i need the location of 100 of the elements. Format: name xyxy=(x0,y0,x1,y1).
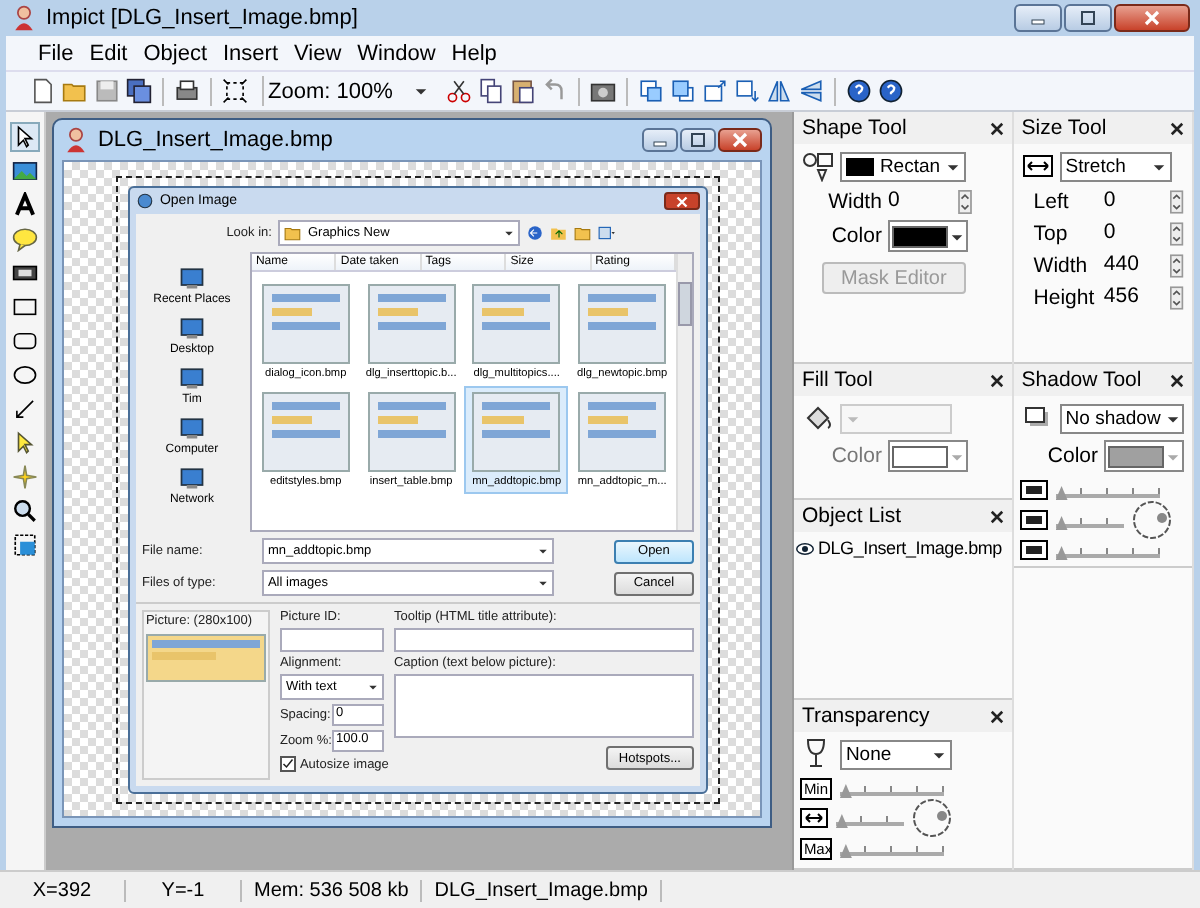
tooltip-field[interactable] xyxy=(393,628,694,652)
menu-item[interactable]: File xyxy=(30,41,82,65)
slider-thumb[interactable] xyxy=(839,784,852,798)
new-document-icon[interactable] xyxy=(30,78,56,104)
close-button[interactable] xyxy=(989,509,1004,523)
object-row[interactable]: DLG_Insert_Image.bmp xyxy=(793,538,1012,558)
slider-thumb[interactable] xyxy=(1055,546,1068,560)
maximize-button[interactable] xyxy=(1064,4,1112,32)
send-to-back-icon[interactable] xyxy=(734,78,760,104)
printer-icon[interactable] xyxy=(174,78,200,104)
fit-icon[interactable] xyxy=(222,78,248,104)
color-dropdown[interactable] xyxy=(887,220,968,252)
checkbox[interactable] xyxy=(279,756,296,772)
scrollbar[interactable] xyxy=(675,254,692,530)
size-field[interactable]: 0 xyxy=(1103,188,1157,214)
caret-icon xyxy=(503,228,514,238)
close-button[interactable] xyxy=(989,121,1004,135)
slider-track[interactable] xyxy=(1055,542,1160,558)
close-button[interactable] xyxy=(1170,121,1184,135)
folder-icon[interactable] xyxy=(62,78,88,104)
button-tool-icon[interactable] xyxy=(11,260,38,286)
slider-track[interactable] xyxy=(839,840,944,856)
flip-horizontal-icon[interactable] xyxy=(766,78,792,104)
width-field[interactable]: 0 xyxy=(887,188,944,214)
slider-track[interactable] xyxy=(1055,482,1160,498)
new-folder-icon[interactable] xyxy=(573,224,592,242)
back-icon[interactable] xyxy=(525,224,544,242)
menu-item[interactable]: Object xyxy=(135,41,215,65)
transparency-dropdown[interactable]: None xyxy=(839,739,952,769)
menu-item[interactable]: Window xyxy=(349,41,444,65)
menu-item[interactable]: Edit xyxy=(81,41,136,65)
speech-bubble-icon[interactable] xyxy=(11,226,38,252)
ellipse-icon[interactable] xyxy=(11,362,38,388)
shadow-dropdown[interactable]: No shadow xyxy=(1059,403,1184,433)
save-all-icon[interactable] xyxy=(126,78,152,104)
flip-vertical-icon[interactable] xyxy=(798,78,824,104)
shape-dropdown[interactable]: Rectan xyxy=(839,151,967,181)
thumbnail-image xyxy=(367,284,456,364)
close-button[interactable] xyxy=(1114,4,1190,32)
pointer-icon[interactable] xyxy=(11,124,38,150)
rectangle-icon[interactable] xyxy=(11,294,38,320)
size-field[interactable]: 0 xyxy=(1103,220,1157,246)
place-icon xyxy=(177,314,206,342)
dial-icon[interactable] xyxy=(911,798,952,838)
size-field[interactable]: 456 xyxy=(1103,284,1157,310)
crop-icon[interactable] xyxy=(11,532,38,558)
menu-item[interactable]: Help xyxy=(443,41,505,65)
views-icon[interactable] xyxy=(597,224,616,242)
copy-icon[interactable] xyxy=(478,78,504,104)
menu-item[interactable]: View xyxy=(286,41,350,65)
scissors-icon[interactable] xyxy=(446,78,472,104)
rounded-rectangle-icon[interactable] xyxy=(11,328,38,354)
panel-title: Shadow Tool xyxy=(1021,368,1142,392)
maximize-icon xyxy=(687,132,708,148)
spinner-icon[interactable] xyxy=(1170,189,1184,213)
slider-thumb[interactable] xyxy=(839,844,852,858)
color-dropdown[interactable] xyxy=(887,440,968,472)
camera-icon[interactable] xyxy=(590,78,616,104)
slider-thumb[interactable] xyxy=(1055,486,1068,500)
spinner-icon[interactable] xyxy=(1170,285,1184,309)
slider-track[interactable] xyxy=(839,780,944,796)
slider-thumb[interactable] xyxy=(1055,516,1068,530)
close-button[interactable] xyxy=(989,709,1004,723)
paste-icon[interactable] xyxy=(510,78,536,104)
line-icon[interactable] xyxy=(11,396,38,422)
close-button[interactable] xyxy=(989,373,1004,387)
close-icon xyxy=(729,132,750,148)
color-dropdown[interactable] xyxy=(1104,440,1184,472)
caption-field[interactable] xyxy=(393,674,694,738)
spinner-icon[interactable] xyxy=(957,189,972,213)
picture-id-field[interactable] xyxy=(279,628,384,652)
spinner-icon[interactable] xyxy=(1170,253,1184,277)
paint-bucket-icon xyxy=(801,402,834,434)
menu-item[interactable]: Insert xyxy=(215,41,287,65)
spinner-icon[interactable] xyxy=(1170,221,1184,245)
dial-icon[interactable] xyxy=(1131,500,1172,540)
up-folder-icon[interactable] xyxy=(549,224,568,242)
slider-thumb[interactable] xyxy=(835,814,848,828)
eye-icon[interactable] xyxy=(795,541,814,555)
size-mode-dropdown[interactable]: Stretch xyxy=(1059,151,1172,181)
zoom-dropdown[interactable]: Zoom: 100% xyxy=(262,76,432,106)
help-icon[interactable] xyxy=(846,78,872,104)
text-tool-icon[interactable] xyxy=(11,192,38,218)
field-label: Left xyxy=(1033,189,1071,213)
minimize-button[interactable] xyxy=(641,128,678,152)
help-icon[interactable] xyxy=(878,78,904,104)
maximize-icon xyxy=(1078,10,1098,26)
close-button[interactable] xyxy=(717,128,762,152)
close-button[interactable] xyxy=(663,192,700,210)
thumbnail-image xyxy=(472,392,561,472)
landscape-icon[interactable] xyxy=(11,158,38,184)
magnifier-icon[interactable] xyxy=(11,498,38,524)
minimize-button[interactable] xyxy=(1014,4,1062,32)
close-button[interactable] xyxy=(1170,373,1184,387)
bring-forward-icon[interactable] xyxy=(638,78,664,104)
bring-to-front-icon[interactable] xyxy=(702,78,728,104)
thumbnail-image xyxy=(472,284,561,364)
maximize-button[interactable] xyxy=(679,128,716,152)
size-field[interactable]: 440 xyxy=(1103,252,1157,278)
send-backward-icon[interactable] xyxy=(670,78,696,104)
